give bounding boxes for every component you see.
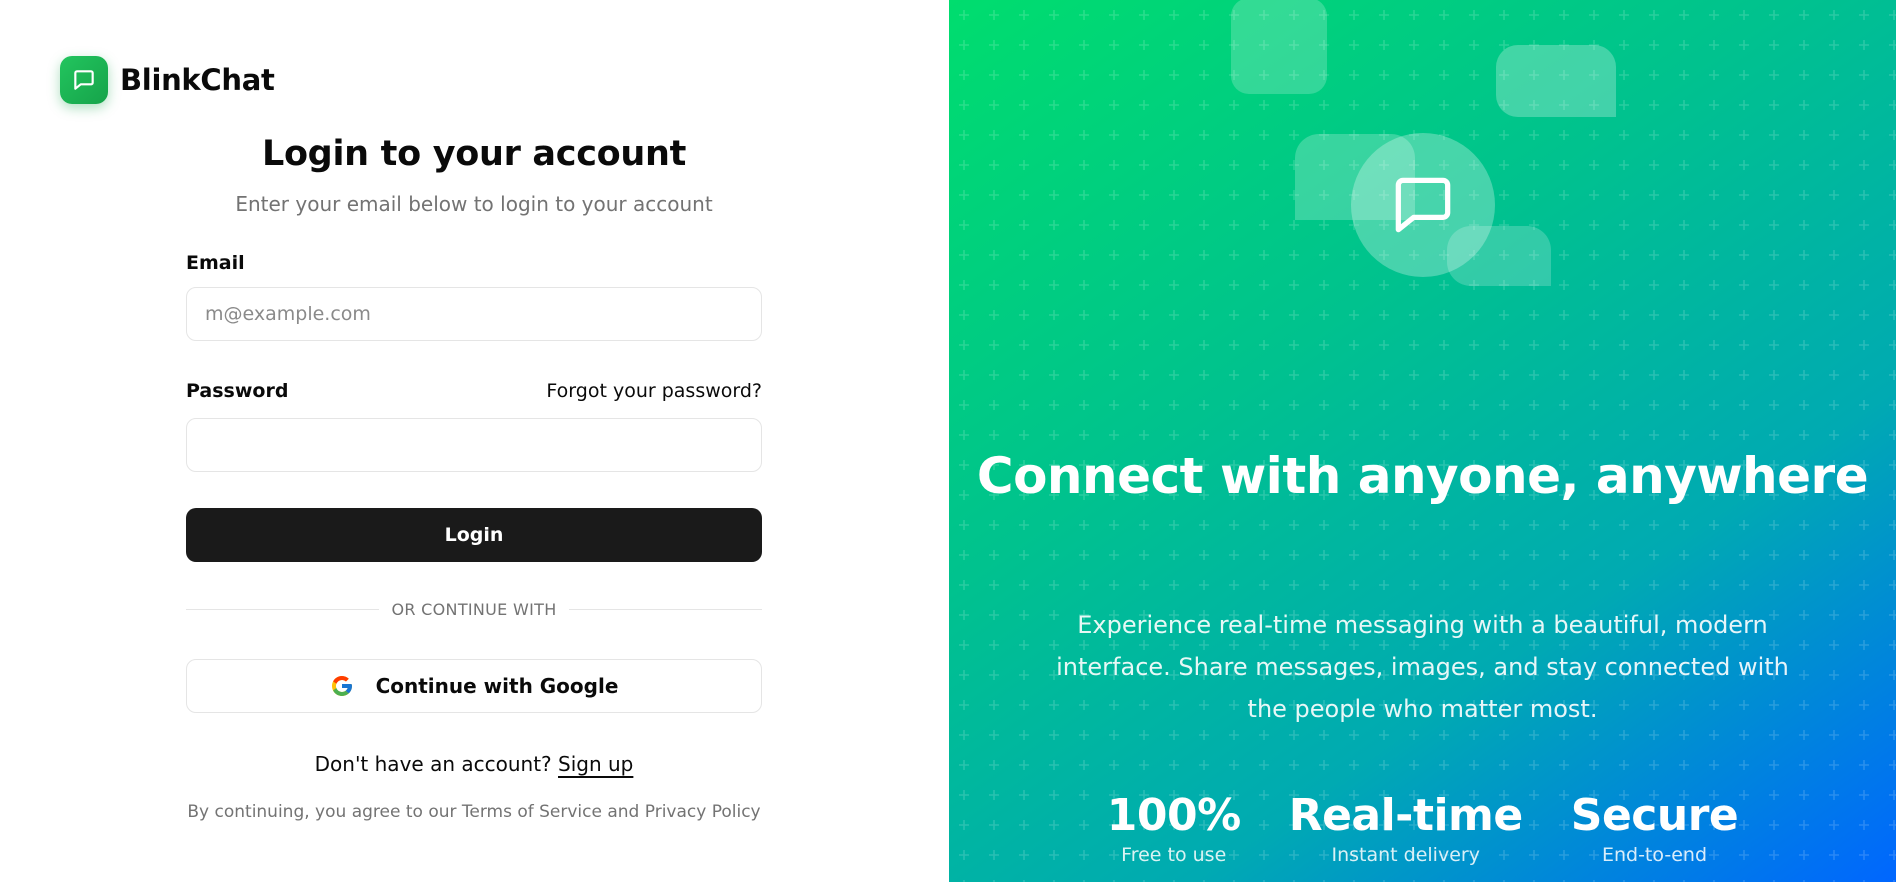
brand-name: BlinkChat bbox=[120, 63, 275, 97]
stat-value: Real-time bbox=[1288, 790, 1524, 841]
decorative-bubble bbox=[1496, 45, 1616, 117]
google-button-label: Continue with Google bbox=[375, 674, 619, 698]
stats-row: 100% Free to use Real-time Instant deliv… bbox=[949, 790, 1896, 866]
brand[interactable]: BlinkChat bbox=[60, 56, 275, 104]
chat-bubble-icon bbox=[1395, 177, 1451, 233]
password-row: Password Forgot your password? bbox=[186, 380, 762, 402]
stat-item: Real-time Instant delivery bbox=[1288, 790, 1524, 866]
stat-value: 100% bbox=[1106, 790, 1241, 841]
divider-line-left bbox=[186, 609, 380, 610]
terms-text: By continuing, you agree to our Terms of… bbox=[187, 802, 761, 822]
divider: OR CONTINUE WITH bbox=[186, 600, 763, 619]
stat-label: Instant delivery bbox=[1331, 844, 1480, 866]
google-icon bbox=[331, 676, 352, 696]
password-field[interactable] bbox=[186, 418, 762, 472]
divider-text: OR CONTINUE WITH bbox=[391, 600, 557, 619]
google-login-button[interactable]: Continue with Google bbox=[186, 659, 762, 713]
page-subtitle: Enter your email below to login to your … bbox=[235, 192, 713, 216]
login-panel: BlinkChat Login to your account Enter yo… bbox=[0, 0, 949, 882]
stat-item: 100% Free to use bbox=[1107, 790, 1241, 866]
email-label: Email bbox=[186, 252, 245, 274]
page-title: Login to your account bbox=[261, 134, 687, 174]
stat-label: End-to-end bbox=[1601, 844, 1708, 866]
password-label: Password bbox=[186, 380, 289, 402]
brand-logo bbox=[60, 56, 108, 104]
hero-panel: Connect with anyone, anywhere Experience… bbox=[949, 0, 1896, 882]
login-button[interactable]: Login bbox=[186, 508, 762, 562]
email-field[interactable] bbox=[186, 287, 762, 341]
hero-description: Experience real-time messaging with a be… bbox=[1056, 611, 1789, 723]
forgot-password-link[interactable]: Forgot your password? bbox=[546, 380, 762, 402]
stat-item: Secure End-to-end bbox=[1570, 790, 1739, 866]
hero-icon-circle bbox=[1351, 133, 1495, 277]
hero-headline: Connect with anyone, anywhere bbox=[976, 447, 1869, 505]
divider-line-right bbox=[568, 609, 763, 610]
signup-row: Don't have an account? Sign up bbox=[186, 752, 762, 776]
chat-bubble-icon bbox=[74, 70, 94, 90]
stat-value: Secure bbox=[1570, 790, 1739, 841]
signup-prompt: Don't have an account? bbox=[314, 752, 552, 776]
stat-label: Free to use bbox=[1121, 844, 1227, 866]
decorative-bubble bbox=[1231, 0, 1327, 94]
login-form: Login to your account Enter your email b… bbox=[186, 130, 763, 822]
signup-link[interactable]: Sign up bbox=[558, 752, 633, 776]
